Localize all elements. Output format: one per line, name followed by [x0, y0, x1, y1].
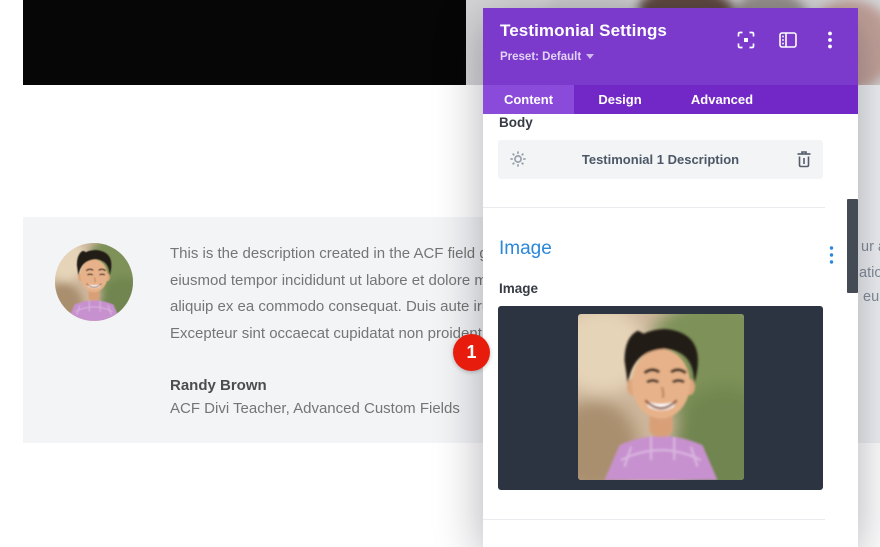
tab-content[interactable]: Content	[483, 85, 574, 114]
testimonial-author-role: ACF Divi Teacher, Advanced Custom Fields	[170, 400, 460, 417]
focus-icon[interactable]	[730, 24, 762, 56]
chevron-down-icon	[586, 54, 595, 60]
clipped-text: atio	[859, 265, 880, 281]
panel-tab-bar: Content Design Advanced	[483, 85, 858, 114]
dynamic-content-field[interactable]: Testimonial 1 Description	[498, 140, 823, 179]
split-view-icon[interactable]	[772, 24, 804, 56]
preset-selector[interactable]: Preset: Default	[500, 51, 595, 63]
clipped-text: eu	[863, 289, 880, 305]
image-upload-preview[interactable]	[498, 306, 823, 490]
testimonial-line: This is the description created in the A…	[170, 245, 493, 262]
body-field-label: Body	[499, 115, 533, 130]
tab-advanced[interactable]: Advanced	[666, 85, 778, 114]
panel-header[interactable]: Testimonial Settings Preset: Default	[483, 8, 858, 85]
annotation-badge: 1	[453, 334, 490, 371]
clipped-text: ur a	[861, 239, 880, 255]
trash-icon[interactable]	[796, 150, 812, 168]
screenshot-stage: This is the description created in the A…	[0, 0, 880, 547]
image-field-label: Image	[499, 281, 539, 296]
gear-icon[interactable]	[509, 150, 527, 168]
testimonial-author-name: Randy Brown	[170, 377, 267, 394]
section-divider	[483, 519, 825, 520]
dynamic-content-field-title: Testimonial 1 Description	[581, 152, 740, 167]
tab-design[interactable]: Design	[574, 85, 666, 114]
uploaded-image-thumbnail[interactable]	[578, 314, 744, 480]
testimonial-settings-panel: Testimonial Settings Preset: Default Con…	[483, 8, 858, 547]
panel-scrollbar-thumb[interactable]	[847, 199, 858, 293]
clipped-text-fragments: ur a atio eu	[858, 0, 880, 547]
testimonial-line: Excepteur sint occaecat cupidatat non pr…	[170, 324, 487, 342]
panel-header-actions	[730, 24, 846, 56]
testimonial-line: aliquip ex ea commodo consequat. Duis au…	[170, 298, 491, 315]
video-placeholder-box	[23, 0, 466, 85]
testimonial-description: This is the description created in the A…	[170, 241, 493, 347]
kebab-menu-icon[interactable]	[814, 24, 846, 56]
panel-title: Testimonial Settings	[500, 21, 667, 40]
testimonial-avatar-photo	[55, 243, 133, 321]
testimonial-line: eiusmod tempor incididunt ut labore et d…	[170, 271, 487, 289]
image-section-heading[interactable]: Image	[499, 238, 552, 260]
section-divider	[483, 207, 825, 208]
preset-label: Preset: Default	[500, 51, 582, 63]
section-kebab-menu-icon[interactable]	[829, 245, 841, 265]
